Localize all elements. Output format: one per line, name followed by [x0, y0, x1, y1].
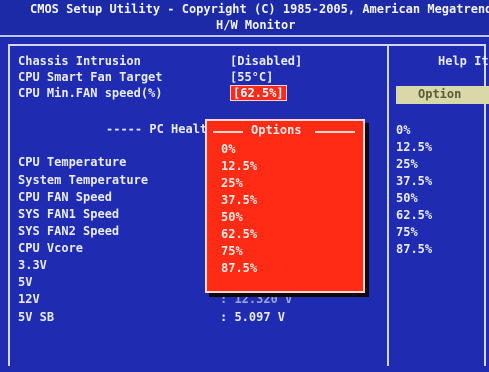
- setting-label: CPU Smart Fan Target: [18, 70, 163, 84]
- help-box: Option: [396, 86, 489, 104]
- monitor-item[interactable]: 5V SB: [18, 310, 54, 324]
- monitor-value-12v: : 12.320 V: [220, 292, 293, 306]
- setting-label: CPU Min.FAN speed(%): [18, 86, 163, 100]
- help-option: 50%: [396, 191, 418, 205]
- popup-title-line-right: [315, 131, 355, 133]
- monitor-item[interactable]: 3.3V: [18, 258, 47, 272]
- monitor-item[interactable]: 5V: [18, 275, 32, 289]
- option-item[interactable]: 87.5%: [221, 260, 257, 277]
- monitor-item[interactable]: System Temperature: [18, 173, 148, 187]
- monitor-item[interactable]: CPU FAN Speed: [18, 190, 112, 204]
- help-option: 87.5%: [396, 242, 433, 256]
- help-option: 37.5%: [396, 174, 433, 188]
- monitor-item[interactable]: 12V: [18, 292, 40, 306]
- help-option: 25%: [396, 157, 418, 171]
- option-item[interactable]: 37.5%: [221, 192, 257, 209]
- help-box-text: Option: [418, 87, 462, 101]
- monitor-item[interactable]: SYS FAN1 Speed: [18, 207, 119, 221]
- setting-row-smart-fan-target[interactable]: CPU Smart Fan Target: [18, 70, 163, 84]
- options-popup[interactable]: Options 0% 12.5% 25% 37.5% 50% 62.5% 75%…: [205, 119, 365, 293]
- setting-value-smart-fan-target[interactable]: [55°C]: [230, 70, 273, 84]
- help-title: Help It: [438, 54, 489, 68]
- setting-row-chassis-intrusion[interactable]: Chassis Intrusion: [18, 54, 141, 68]
- help-option: 75%: [396, 225, 418, 239]
- help-options-list: 0% 12.5% 25% 37.5% 50% 62.5% 75% 87.5%: [396, 122, 432, 258]
- title: CMOS Setup Utility - Copyright (C) 1985-…: [30, 2, 489, 16]
- setting-label: Chassis Intrusion: [18, 54, 141, 68]
- setting-row-min-fan-speed[interactable]: CPU Min.FAN speed(%): [18, 86, 163, 100]
- option-item[interactable]: 50%: [221, 209, 257, 226]
- selected-value[interactable]: [62.5%]: [230, 85, 287, 101]
- pc-health-heading: ----- PC Healt: [106, 122, 208, 136]
- option-item[interactable]: 0%: [221, 141, 257, 158]
- monitor-value-5vsb: : 5.097 V: [220, 310, 286, 324]
- monitor-item[interactable]: CPU Temperature: [18, 155, 126, 169]
- monitor-item[interactable]: SYS FAN2 Speed: [18, 224, 119, 238]
- vertical-divider: [387, 44, 389, 366]
- top-divider: [0, 35, 489, 37]
- setting-value-min-fan-speed[interactable]: [62.5%]: [230, 85, 287, 101]
- monitor-item[interactable]: CPU Vcore: [18, 241, 83, 255]
- help-option: 12.5%: [396, 140, 433, 154]
- top-bar: CMOS Setup Utility - Copyright (C) 1985-…: [0, 0, 489, 38]
- help-option: 62.5%: [396, 208, 433, 222]
- options-list[interactable]: 0% 12.5% 25% 37.5% 50% 62.5% 75% 87.5%: [221, 141, 257, 277]
- option-item[interactable]: 62.5%: [221, 226, 257, 243]
- option-item[interactable]: 75%: [221, 243, 257, 260]
- popup-title-line-left: [213, 131, 243, 133]
- option-item[interactable]: 25%: [221, 175, 257, 192]
- setting-value-chassis-intrusion[interactable]: [Disabled]: [230, 54, 302, 68]
- bios-screen: CMOS Setup Utility - Copyright (C) 1985-…: [0, 0, 489, 372]
- help-option: 0%: [396, 123, 411, 137]
- subtitle: H/W Monitor: [216, 18, 296, 32]
- options-title: Options: [251, 123, 302, 137]
- option-item[interactable]: 12.5%: [221, 158, 257, 175]
